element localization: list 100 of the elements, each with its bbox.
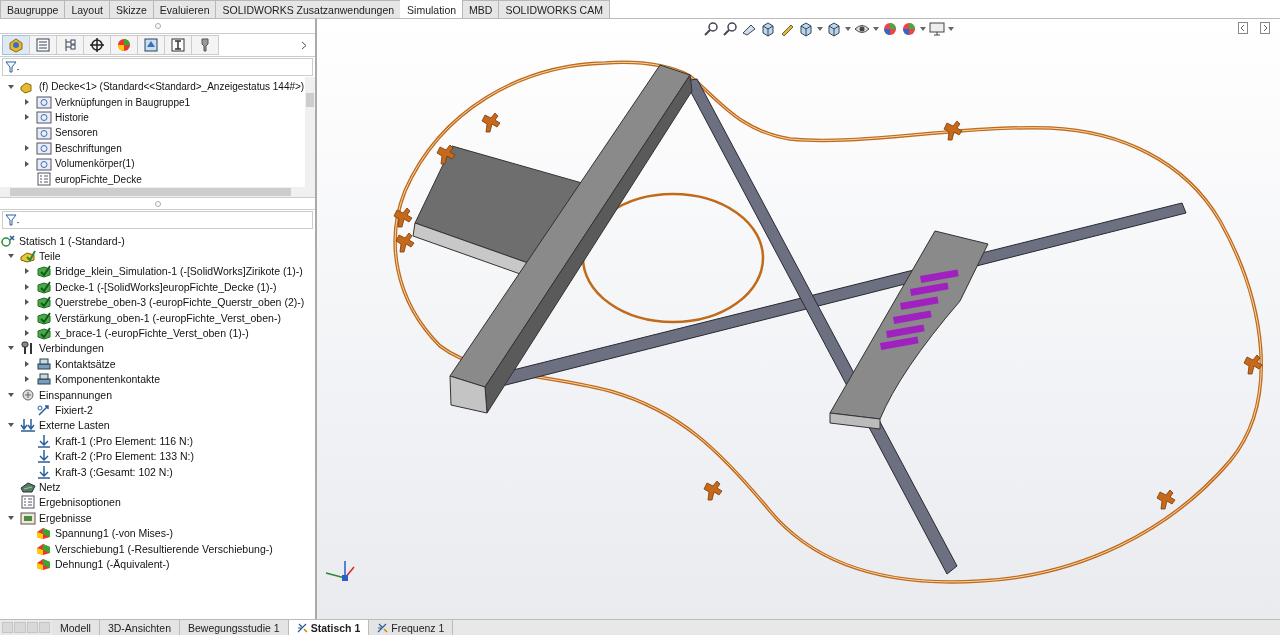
options-icon <box>36 172 52 187</box>
graphics-viewport[interactable] <box>317 19 1280 619</box>
part-icon <box>36 264 52 279</box>
tree-item[interactable]: Einspannungen <box>39 388 112 401</box>
study-icon <box>296 622 308 633</box>
ribbon-tab[interactable]: Baugruppe <box>0 0 66 18</box>
magnifier-icon[interactable] <box>722 21 738 37</box>
tree-item[interactable]: Verstärkung_oben-1 (-europFichte_Verst_oben-) <box>55 311 281 324</box>
dim-tab[interactable] <box>83 35 111 55</box>
contact-icon <box>36 356 52 371</box>
fixed-icon <box>36 403 52 417</box>
folder-icon <box>36 95 52 110</box>
monitor-icon[interactable] <box>929 21 945 37</box>
cam-tab[interactable] <box>137 35 165 55</box>
tree-item[interactable]: Komponentenkontakte <box>55 373 161 386</box>
tree-item[interactable]: Ergebnisoptionen <box>39 496 121 509</box>
study-tab[interactable]: Statisch 1 <box>288 620 370 635</box>
scrollbar[interactable] <box>0 187 315 197</box>
sensor-icon <box>36 125 52 140</box>
collapse-left-icon[interactable] <box>1238 22 1248 34</box>
hierarchy-icon <box>62 37 78 53</box>
plot-icon <box>36 556 52 571</box>
tree-item[interactable]: Spannung1 (-von Mises-) <box>55 527 173 540</box>
sim-tab[interactable] <box>164 35 192 55</box>
tree-item[interactable]: europFichte_Decke <box>55 173 142 185</box>
tree-item[interactable]: Sensoren <box>55 127 98 139</box>
tree-item[interactable]: Beschriftungen <box>55 142 122 154</box>
tree-item[interactable]: Netz <box>39 480 61 493</box>
tree-item[interactable]: Bridge_klein_Simulation-1 (-[SolidWorks]Zirikote (1)-) <box>55 265 303 278</box>
tree-item[interactable]: (f) Decke<1> (Standard<<Standard>_Anzeigestatus 144#>) <box>39 81 305 93</box>
tree-item[interactable]: Volumenkörper(1) <box>55 158 135 170</box>
tree-item[interactable]: Verknüpfungen in Baugruppe1 <box>55 96 191 108</box>
part-icon <box>36 326 52 341</box>
tree-item[interactable]: Decke-1 (-[SolidWorks]europFichte_Decke (1)-) <box>55 280 277 293</box>
ribbon-tab[interactable]: SOLIDWORKS CAM <box>498 0 610 18</box>
tree-item[interactable]: Kraft-3 (:Gesamt: 102 N:) <box>55 465 173 478</box>
crosshair-icon <box>89 37 105 53</box>
ribbon-tab[interactable]: SOLIDWORKS Zusatzanwendungen <box>215 0 402 18</box>
display-tab[interactable] <box>110 35 138 55</box>
part-icon <box>36 310 52 325</box>
study-tab[interactable]: Modell <box>52 620 100 635</box>
tree-item[interactable]: Teile <box>39 250 61 263</box>
ribbon-tab[interactable]: Skizze <box>108 0 154 18</box>
tree-item[interactable]: Fixiert-2 <box>55 404 93 416</box>
caret-icon[interactable] <box>845 27 851 31</box>
plot-icon <box>36 541 52 556</box>
caret-icon[interactable] <box>920 27 926 31</box>
ribbon-tab[interactable]: MBD <box>462 0 500 18</box>
force-icon <box>36 433 52 448</box>
property-tab[interactable] <box>29 35 57 55</box>
tree-item[interactable]: Kraft-1 (:Pro Element: 116 N:) <box>55 434 194 447</box>
part-icon <box>36 295 52 310</box>
sphere-icon[interactable] <box>901 21 917 37</box>
collapse-right-icon[interactable] <box>1260 22 1270 34</box>
study-tab[interactable]: Bewegungsstudie 1 <box>179 620 289 635</box>
caret-icon[interactable] <box>817 27 823 31</box>
study-tab[interactable]: 3D-Ansichten <box>99 620 180 635</box>
color-wheel-icon <box>116 37 132 53</box>
tree-item[interactable]: Statisch 1 (-Standard-) <box>19 234 125 247</box>
caret-icon[interactable] <box>873 27 879 31</box>
annotation-icon <box>36 141 52 156</box>
results-icon <box>20 510 36 525</box>
tool-tab[interactable] <box>191 35 219 55</box>
list-icon <box>35 37 51 53</box>
tree-item[interactable]: Kontaktsätze <box>55 357 116 370</box>
parts-icon <box>20 249 36 264</box>
tree-item[interactable]: Kraft-2 (:Pro Element: 133 N:) <box>55 450 194 463</box>
tree-item[interactable]: Ergebnisse <box>39 511 92 524</box>
tree-item[interactable]: x_brace-1 (-europFichte_Verst_oben (1)-) <box>55 327 249 340</box>
plot-icon <box>36 526 52 541</box>
scrollbar[interactable] <box>305 77 315 187</box>
force-icon <box>36 449 52 464</box>
tree-item[interactable]: Verschiebung1 (-Resultierende Verschiebung-) <box>55 542 273 555</box>
tree-item[interactable]: Querstrebe_oben-3 (-europFichte_Querstr_oben (2)-) <box>55 296 305 309</box>
magnifier-icon[interactable] <box>703 21 719 37</box>
tree-item[interactable]: Verbindungen <box>39 342 104 355</box>
body-icon <box>36 156 52 171</box>
study-tab[interactable]: Frequenz 1 <box>369 620 454 635</box>
tree-item[interactable]: Historie <box>55 111 89 123</box>
fixtures-icon <box>20 387 36 402</box>
loads-icon <box>20 418 36 433</box>
part-icon <box>36 279 52 294</box>
filter-button[interactable] <box>3 61 21 73</box>
folder-icon <box>36 110 52 125</box>
ribbon-tab[interactable]: Layout <box>64 0 110 18</box>
tree-item[interactable]: Externe Lasten <box>39 419 110 432</box>
tree-item[interactable]: Dehnung1 (-Äquivalent-) <box>55 557 170 570</box>
study-icon <box>377 622 389 633</box>
ribbon-tab[interactable]: Evaluieren <box>152 0 217 18</box>
filter-button[interactable] <box>3 214 21 226</box>
axis-triad-icon <box>325 560 355 581</box>
beam-icon <box>170 37 186 53</box>
options-icon <box>20 495 36 510</box>
force-icon <box>36 464 52 479</box>
sphere-icon[interactable] <box>882 21 898 37</box>
contact-icon <box>36 372 52 387</box>
caret-icon[interactable] <box>948 27 954 31</box>
config-tab[interactable] <box>56 35 84 55</box>
chevron-right-icon[interactable] <box>301 40 307 50</box>
feature-tab[interactable] <box>2 35 30 55</box>
